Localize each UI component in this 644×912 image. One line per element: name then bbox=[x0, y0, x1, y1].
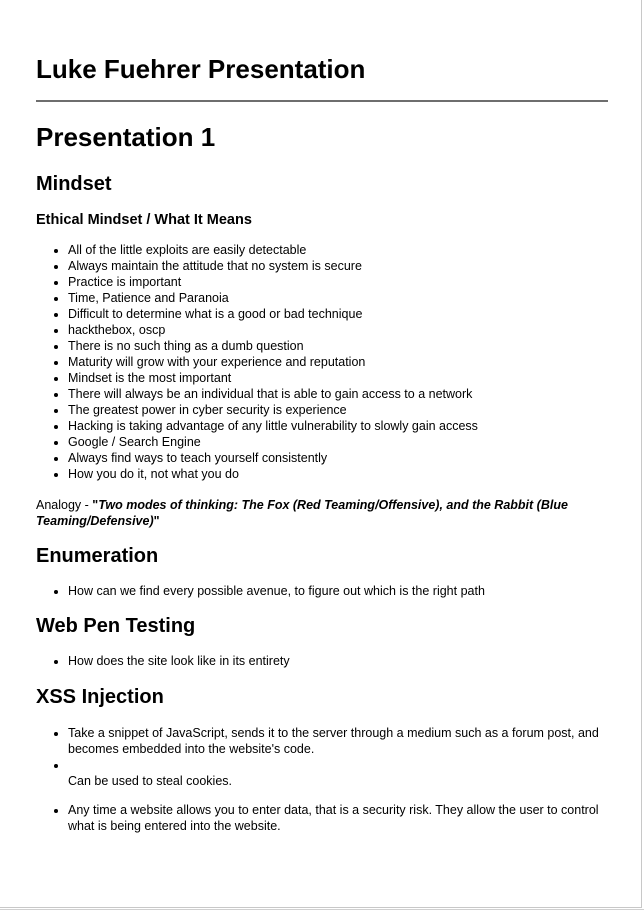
analogy-quote: "Two modes of thinking: The Fox (Red Tea… bbox=[36, 498, 568, 528]
page-bottom-border bbox=[0, 909, 644, 910]
list-item-paragraph: Can be used to steal cookies. bbox=[68, 774, 232, 788]
analogy-quote-text: Two modes of thinking: The Fox (Red Team… bbox=[36, 498, 568, 528]
analogy-paragraph: Analogy - "Two modes of thinking: The Fo… bbox=[36, 497, 608, 529]
analogy-prefix: Analogy - bbox=[36, 498, 93, 512]
list-item: Mindset is the most important bbox=[68, 370, 608, 386]
list-item: ​Can be used to steal cookies. bbox=[68, 757, 608, 789]
list-item: hackthebox, oscp bbox=[68, 322, 608, 338]
list-item: There is no such thing as a dumb questio… bbox=[68, 338, 608, 354]
list-item: Difficult to determine what is a good or… bbox=[68, 306, 608, 322]
list-item: The greatest power in cyber security is … bbox=[68, 402, 608, 418]
list-item: Any time a website allows you to enter d… bbox=[68, 802, 608, 834]
enumeration-list: How can we find every possible avenue, t… bbox=[36, 583, 608, 599]
web-pen-testing-heading: Web Pen Testing bbox=[36, 615, 196, 637]
list-item: How you do it, not what you do bbox=[68, 466, 608, 482]
document-page: Luke Fuehrer Presentation Presentation 1… bbox=[0, 0, 642, 908]
list-item: Practice is important bbox=[68, 274, 608, 290]
list-item: Take a snippet of JavaScript, sends it t… bbox=[68, 725, 608, 757]
list-item: Maturity will grow with your experience … bbox=[68, 354, 608, 370]
close-quote-mark: " bbox=[153, 514, 160, 528]
list-item: All of the little exploits are easily de… bbox=[68, 242, 608, 258]
mindset-heading: Mindset bbox=[36, 173, 112, 195]
xss-injection-list: Take a snippet of JavaScript, sends it t… bbox=[36, 725, 608, 834]
list-item: Always maintain the attitude that no sys… bbox=[68, 258, 608, 274]
xss-injection-heading: XSS Injection bbox=[36, 686, 164, 708]
web-pen-testing-list: How does the site look like in its entir… bbox=[36, 653, 608, 669]
list-item: Hacking is taking advantage of any littl… bbox=[68, 418, 608, 434]
mindset-subheading: Ethical Mindset / What It Means bbox=[36, 212, 252, 228]
title-divider bbox=[36, 100, 608, 102]
section-title: Presentation 1 bbox=[36, 122, 216, 152]
list-item: How does the site look like in its entir… bbox=[68, 653, 608, 669]
mindset-list: All of the little exploits are easily de… bbox=[36, 242, 608, 482]
list-item: Time, Patience and Paranoia bbox=[68, 290, 608, 306]
enumeration-heading: Enumeration bbox=[36, 545, 159, 567]
page-title: Luke Fuehrer Presentation bbox=[36, 54, 366, 84]
list-item: How can we find every possible avenue, t… bbox=[68, 583, 608, 599]
list-item: Google / Search Engine bbox=[68, 434, 608, 450]
list-item: Always find ways to teach yourself consi… bbox=[68, 450, 608, 466]
list-item: There will always be an individual that … bbox=[68, 386, 608, 402]
document-content: Luke Fuehrer Presentation Presentation 1… bbox=[36, 52, 608, 834]
